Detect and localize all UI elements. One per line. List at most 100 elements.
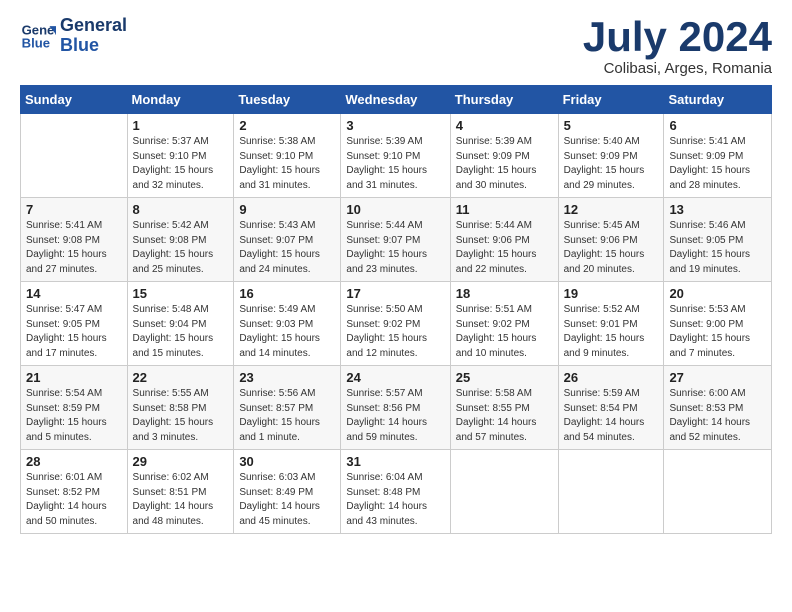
day-info: Sunrise: 5:49 AM Sunset: 9:03 PM Dayligh… <box>239 303 335 361</box>
calendar-cell: 30Sunrise: 6:03 AM Sunset: 8:49 PM Dayli… <box>234 450 341 534</box>
day-info: Sunrise: 5:48 AM Sunset: 9:04 PM Dayligh… <box>133 303 229 361</box>
day-number: 10 <box>346 202 444 217</box>
logo: General Blue General Blue <box>20 16 127 56</box>
weekday-header-saturday: Saturday <box>664 86 772 114</box>
calendar-cell: 15 Sunrise: 5:48 AM Sunset: 9:04 PM Dayli… <box>127 282 234 366</box>
day-number: 13 <box>669 202 766 217</box>
calendar-cell: 27 Sunrise: 6:00 AM Sunset: 8:53 PM Dayli… <box>664 366 772 450</box>
svg-text:Blue: Blue <box>22 35 50 50</box>
day-number: 12 <box>564 202 659 217</box>
calendar-cell: 21 Sunrise: 5:54 AM Sunset: 8:59 PM Dayli… <box>21 366 128 450</box>
day-info: Sunrise: 5:47 AM Sunset: 9:05 PM Dayligh… <box>26 303 122 361</box>
calendar-cell: 20Sunrise: 5:53 AM Sunset: 9:00 PM Dayli… <box>664 282 772 366</box>
calendar-cell: 5Sunrise: 5:40 AM Sunset: 9:09 PM Daylig… <box>558 114 664 198</box>
weekday-header-thursday: Thursday <box>450 86 558 114</box>
day-number: 24 <box>346 370 444 385</box>
page: General Blue General Blue July 2024 Coli… <box>0 0 792 612</box>
day-info: Sunrise: 5:55 AM Sunset: 8:58 PM Dayligh… <box>133 387 229 445</box>
header: General Blue General Blue July 2024 Coli… <box>20 16 772 77</box>
day-number: 3 <box>346 118 444 133</box>
calendar-cell: 31Sunrise: 6:04 AM Sunset: 8:48 PM Dayli… <box>341 450 450 534</box>
calendar-cell: 28 Sunrise: 6:01 AM Sunset: 8:52 PM Dayli… <box>21 450 128 534</box>
month-title: July 2024 <box>583 16 772 58</box>
title-block: July 2024 Colibasi, Arges, Romania <box>583 16 772 77</box>
calendar-cell: 11Sunrise: 5:44 AM Sunset: 9:06 PM Dayli… <box>450 198 558 282</box>
day-info: Sunrise: 5:57 AM Sunset: 8:56 PM Dayligh… <box>346 387 444 445</box>
calendar-cell: 10 Sunrise: 5:44 AM Sunset: 9:07 PM Dayli… <box>341 198 450 282</box>
calendar-cell: 18 Sunrise: 5:51 AM Sunset: 9:02 PM Dayli… <box>450 282 558 366</box>
calendar-cell: 1 Sunrise: 5:37 AM Sunset: 9:10 PM Daylig… <box>127 114 234 198</box>
calendar-cell: 24 Sunrise: 5:57 AM Sunset: 8:56 PM Dayli… <box>341 366 450 450</box>
calendar-cell: 4Sunrise: 5:39 AM Sunset: 9:09 PM Daylig… <box>450 114 558 198</box>
calendar-cell: 19 Sunrise: 5:52 AM Sunset: 9:01 PM Dayli… <box>558 282 664 366</box>
day-info: Sunrise: 5:58 AM Sunset: 8:55 PM Dayligh… <box>456 387 553 445</box>
day-info: Sunrise: 6:03 AM Sunset: 8:49 PM Dayligh… <box>239 471 335 529</box>
calendar-week-5: 28 Sunrise: 6:01 AM Sunset: 8:52 PM Dayli… <box>21 450 772 534</box>
day-number: 27 <box>669 370 766 385</box>
day-info: Sunrise: 6:00 AM Sunset: 8:53 PM Dayligh… <box>669 387 766 445</box>
day-number: 15 <box>133 286 229 301</box>
day-number: 21 <box>26 370 122 385</box>
day-number: 25 <box>456 370 553 385</box>
day-number: 26 <box>564 370 659 385</box>
day-number: 28 <box>26 454 122 469</box>
day-info: Sunrise: 5:50 AM Sunset: 9:02 PM Dayligh… <box>346 303 444 361</box>
calendar-table: SundayMondayTuesdayWednesdayThursdayFrid… <box>20 85 772 534</box>
logo-line1: General <box>60 16 127 36</box>
day-info: Sunrise: 6:02 AM Sunset: 8:51 PM Dayligh… <box>133 471 229 529</box>
day-info: Sunrise: 5:44 AM Sunset: 9:07 PM Dayligh… <box>346 219 444 277</box>
day-number: 17 <box>346 286 444 301</box>
day-info: Sunrise: 5:41 AM Sunset: 9:08 PM Dayligh… <box>26 219 122 277</box>
day-info: Sunrise: 5:54 AM Sunset: 8:59 PM Dayligh… <box>26 387 122 445</box>
day-number: 6 <box>669 118 766 133</box>
day-info: Sunrise: 5:56 AM Sunset: 8:57 PM Dayligh… <box>239 387 335 445</box>
day-info: Sunrise: 5:45 AM Sunset: 9:06 PM Dayligh… <box>564 219 659 277</box>
day-info: Sunrise: 5:37 AM Sunset: 9:10 PM Dayligh… <box>133 135 229 193</box>
day-number: 14 <box>26 286 122 301</box>
day-number: 18 <box>456 286 553 301</box>
day-number: 8 <box>133 202 229 217</box>
calendar-cell <box>450 450 558 534</box>
day-info: Sunrise: 5:43 AM Sunset: 9:07 PM Dayligh… <box>239 219 335 277</box>
day-number: 29 <box>133 454 229 469</box>
day-number: 11 <box>456 202 553 217</box>
calendar-cell: 22 Sunrise: 5:55 AM Sunset: 8:58 PM Dayli… <box>127 366 234 450</box>
weekday-header-monday: Monday <box>127 86 234 114</box>
calendar-cell: 23Sunrise: 5:56 AM Sunset: 8:57 PM Dayli… <box>234 366 341 450</box>
weekday-header-wednesday: Wednesday <box>341 86 450 114</box>
calendar-cell <box>664 450 772 534</box>
calendar-cell: 13Sunrise: 5:46 AM Sunset: 9:05 PM Dayli… <box>664 198 772 282</box>
day-info: Sunrise: 5:39 AM Sunset: 9:10 PM Dayligh… <box>346 135 444 193</box>
calendar-cell: 16 Sunrise: 5:49 AM Sunset: 9:03 PM Dayli… <box>234 282 341 366</box>
calendar-week-2: 7 Sunrise: 5:41 AM Sunset: 9:08 PM Daylig… <box>21 198 772 282</box>
calendar-cell: 17 Sunrise: 5:50 AM Sunset: 9:02 PM Dayli… <box>341 282 450 366</box>
logo-line2: Blue <box>60 36 127 56</box>
day-number: 1 <box>133 118 229 133</box>
calendar-cell: 6Sunrise: 5:41 AM Sunset: 9:09 PM Daylig… <box>664 114 772 198</box>
day-info: Sunrise: 6:01 AM Sunset: 8:52 PM Dayligh… <box>26 471 122 529</box>
weekday-header-friday: Friday <box>558 86 664 114</box>
day-info: Sunrise: 5:52 AM Sunset: 9:01 PM Dayligh… <box>564 303 659 361</box>
calendar-week-3: 14 Sunrise: 5:47 AM Sunset: 9:05 PM Dayli… <box>21 282 772 366</box>
weekday-header-sunday: Sunday <box>21 86 128 114</box>
day-info: Sunrise: 5:51 AM Sunset: 9:02 PM Dayligh… <box>456 303 553 361</box>
day-number: 22 <box>133 370 229 385</box>
calendar-cell <box>21 114 128 198</box>
day-number: 16 <box>239 286 335 301</box>
day-number: 20 <box>669 286 766 301</box>
calendar-cell: 9 Sunrise: 5:43 AM Sunset: 9:07 PM Daylig… <box>234 198 341 282</box>
calendar-cell <box>558 450 664 534</box>
day-info: Sunrise: 5:59 AM Sunset: 8:54 PM Dayligh… <box>564 387 659 445</box>
day-number: 7 <box>26 202 122 217</box>
calendar-cell: 3 Sunrise: 5:39 AM Sunset: 9:10 PM Daylig… <box>341 114 450 198</box>
day-number: 19 <box>564 286 659 301</box>
weekday-header-tuesday: Tuesday <box>234 86 341 114</box>
day-number: 2 <box>239 118 335 133</box>
calendar-cell: 25 Sunrise: 5:58 AM Sunset: 8:55 PM Dayli… <box>450 366 558 450</box>
calendar-cell: 7 Sunrise: 5:41 AM Sunset: 9:08 PM Daylig… <box>21 198 128 282</box>
logo-icon: General Blue <box>20 18 56 54</box>
calendar-cell: 29 Sunrise: 6:02 AM Sunset: 8:51 PM Dayli… <box>127 450 234 534</box>
calendar-cell: 2Sunrise: 5:38 AM Sunset: 9:10 PM Daylig… <box>234 114 341 198</box>
day-number: 9 <box>239 202 335 217</box>
calendar-cell: 14 Sunrise: 5:47 AM Sunset: 9:05 PM Dayli… <box>21 282 128 366</box>
